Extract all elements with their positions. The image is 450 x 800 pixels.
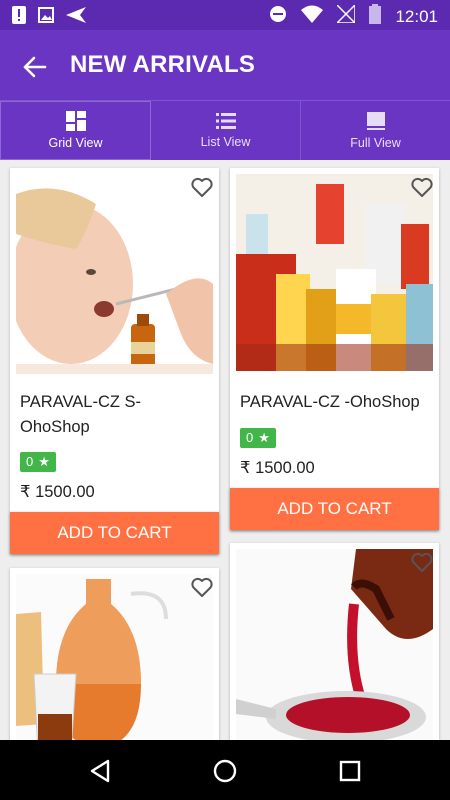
system-navigation-bar (0, 740, 450, 800)
tab-list-view[interactable]: List View (151, 101, 301, 160)
star-icon: ★ (38, 454, 50, 469)
image-icon (38, 7, 54, 28)
nav-back-button[interactable] (86, 756, 116, 786)
app-bar: NEW ARRIVALS (0, 30, 450, 100)
page-title: NEW ARRIVALS (70, 51, 256, 78)
clock: 12:01 (395, 6, 438, 26)
product-card[interactable] (10, 568, 219, 740)
nav-recents-button[interactable] (335, 756, 365, 786)
full-view-icon (366, 112, 385, 130)
favorite-button[interactable] (189, 574, 215, 600)
rating-value: 0 (26, 454, 34, 469)
star-icon: ★ (258, 430, 270, 445)
heart-icon (191, 577, 213, 597)
product-card[interactable] (230, 543, 439, 740)
product-price: ₹ 1500.00 (20, 483, 95, 501)
rating-badge: 0 ★ (240, 428, 276, 448)
product-card[interactable]: PARAVAL-CZ -OhoShop 0 ★ ₹ 1500.00 ADD TO… (230, 168, 439, 530)
list-view-icon (215, 113, 236, 129)
triangle-back-icon (90, 759, 110, 783)
battery-icon (369, 4, 382, 29)
view-mode-tabs: Grid View List View Full View (0, 100, 450, 160)
status-bar: 12:01 (0, 0, 450, 30)
product-grid: PARAVAL-CZ S-OhoShop 0 ★ ₹ 1500.00 ADD T… (0, 160, 450, 740)
favorite-button[interactable] (189, 174, 215, 200)
product-image (16, 174, 213, 374)
tab-label: List View (200, 135, 251, 149)
favorite-button[interactable] (409, 174, 435, 200)
product-name: PARAVAL-CZ -OhoShop (240, 393, 420, 411)
circle-home-icon (213, 759, 237, 783)
favorite-button[interactable] (409, 549, 435, 575)
rating-value: 0 (246, 430, 254, 445)
back-arrow-icon (23, 56, 47, 78)
product-image (236, 174, 433, 371)
product-image (16, 574, 213, 740)
grid-view-icon (65, 111, 86, 131)
add-to-cart-button[interactable]: ADD TO CART (230, 488, 439, 530)
tab-grid-view[interactable]: Grid View (0, 101, 151, 160)
product-name: PARAVAL-CZ S-OhoShop (20, 393, 142, 436)
add-to-cart-button[interactable]: ADD TO CART (10, 512, 219, 554)
do-not-disturb-icon (269, 5, 287, 28)
tab-label: Full View (350, 136, 401, 150)
wifi-icon (301, 5, 324, 28)
signal-icon (335, 3, 357, 28)
nav-home-button[interactable] (210, 756, 240, 786)
heart-icon (411, 552, 433, 572)
heart-icon (411, 177, 433, 197)
tab-label: Grid View (48, 136, 103, 150)
alert-icon (12, 6, 26, 29)
product-price: ₹ 1500.00 (240, 459, 315, 477)
rating-badge: 0 ★ (20, 452, 56, 472)
product-card[interactable]: PARAVAL-CZ S-OhoShop 0 ★ ₹ 1500.00 ADD T… (10, 168, 219, 554)
send-icon (66, 7, 86, 28)
back-button[interactable] (20, 52, 50, 82)
square-recents-icon (339, 760, 361, 782)
product-image (236, 549, 433, 740)
heart-icon (191, 177, 213, 197)
tab-full-view[interactable]: Full View (301, 101, 450, 160)
